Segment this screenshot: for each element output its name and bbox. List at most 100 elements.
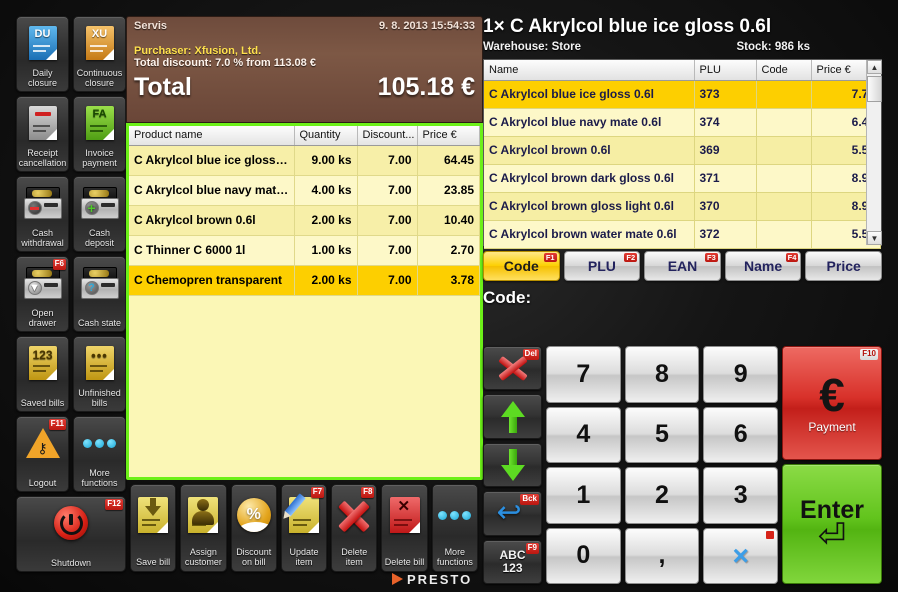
sidebar-item-label: Logout — [28, 478, 57, 488]
sidebar-item-receipt-cancellation[interactable]: Receipt cancellation — [16, 96, 69, 172]
enter-arrow-icon: ⏎ — [817, 517, 847, 556]
abc-123-icon: ABC 123 — [500, 548, 526, 575]
sidebar-item-open-drawer[interactable]: F6 ▼ Open drawer — [16, 256, 69, 332]
tab-label: Name — [744, 258, 783, 274]
payment-button[interactable]: F10 € Payment — [782, 346, 882, 461]
delete-button[interactable]: Del — [483, 346, 542, 391]
table-row[interactable]: C Akrylcol brown 0.6l 2.00 ks 7.00 10.40 — [129, 205, 480, 236]
enter-button[interactable]: Enter ⏎ — [782, 464, 882, 584]
update-item-button[interactable]: F7 Update item — [280, 484, 328, 572]
receipt-items-area[interactable]: Product name Quantity Discount... Price … — [126, 123, 483, 480]
scroll-up-button[interactable] — [483, 394, 542, 439]
delete-bill-button[interactable]: ✕ Delete bill — [381, 484, 428, 572]
delete-item-button[interactable]: F8 Delete item — [331, 484, 378, 572]
datetime: 9. 8. 2013 15:54:33 — [378, 20, 475, 32]
cell-discount: 7.00 — [357, 205, 418, 236]
cell-price: 64.45 — [417, 145, 480, 176]
key-3[interactable]: 3 — [703, 467, 778, 524]
brand-logo: PRESTO — [392, 570, 492, 588]
receipt-header-top: Servis 9. 8. 2013 15:54:33 — [134, 20, 475, 32]
sidebar-item-label: Daily closure — [27, 68, 57, 88]
backspace-button[interactable]: Bck ↩ — [483, 491, 542, 536]
total-discount-text: Total discount: 7.0 % from 113.08 € — [134, 57, 316, 69]
product-table-header: Name PLU Code Price € — [484, 60, 881, 81]
sidebar-item-cash-withdrawal[interactable]: Cash withdrawal — [16, 176, 69, 252]
table-row[interactable]: C Thinner C 6000 1l 1.00 ks 7.00 2.70 — [129, 235, 480, 266]
cell-code — [756, 192, 812, 221]
sidebar-item-daily-closure[interactable]: DU Daily closure — [16, 16, 69, 92]
list-item-selected[interactable]: C Akrylcol blue ice gloss 0.6l 373 7.70 — [484, 80, 881, 109]
key-4[interactable]: 4 — [546, 406, 621, 463]
table-row[interactable]: C Akrylcol blue ice gloss ... 9.00 ks 7.… — [129, 145, 480, 176]
tab-name[interactable]: Name F4 — [724, 251, 802, 281]
tab-code[interactable]: Code F1 — [483, 251, 560, 281]
scroll-down-button[interactable] — [483, 442, 542, 488]
cell-discount: 7.00 — [357, 145, 418, 176]
cell-name: C Akrylcol brown 0.6l — [129, 205, 295, 236]
list-item[interactable]: C Akrylcol brown gloss light 0.6l 370 8.… — [484, 192, 881, 221]
sidebar-item-shutdown[interactable]: F12 Shutdown — [16, 496, 126, 572]
sidebar-item-continuous-closure[interactable]: XU Continuous closure — [73, 16, 126, 92]
product-list[interactable]: Name PLU Code Price € C Akrylcol blue ic… — [483, 59, 882, 249]
key-multiply[interactable]: × — [703, 527, 778, 584]
purchaser-text: Purchaser: Xfusion, Ltd. — [134, 45, 262, 57]
scroll-up-icon[interactable]: ▲ — [867, 60, 882, 74]
sidebar-item-unfinished-bills[interactable]: ••• Unfinished bills — [73, 336, 126, 412]
scroll-down-icon[interactable]: ▼ — [867, 231, 882, 245]
receipt-table: Product name Quantity Discount... Price … — [129, 126, 480, 296]
tab-price[interactable]: Price — [805, 251, 882, 281]
cell-plu: 372 — [694, 220, 757, 249]
key-comma[interactable]: , — [624, 527, 700, 584]
scrollbar-thumb[interactable] — [867, 76, 882, 102]
save-bill-button[interactable]: Save bill — [130, 484, 177, 572]
abc-123-toggle-button[interactable]: F9 ABC 123 — [483, 539, 542, 585]
key-7[interactable]: 7 — [546, 346, 621, 403]
cell-plu: 371 — [694, 164, 757, 193]
toolbar-label: Save bill — [136, 557, 171, 567]
product-list-scrollbar[interactable]: ▲ ▼ — [866, 60, 882, 245]
key-8[interactable]: 8 — [624, 346, 700, 403]
tab-plu[interactable]: PLU F2 — [563, 251, 641, 281]
sidebar-item-label: Invoice payment — [82, 148, 117, 168]
fkey-badge: F2 — [624, 253, 638, 262]
key-0[interactable]: 0 — [546, 527, 621, 584]
sidebar-item-saved-bills[interactable]: 123 Saved bills — [16, 336, 69, 412]
discount-on-bill-button[interactable]: % Discount on bill — [230, 484, 277, 572]
customer-document-icon — [181, 493, 225, 537]
cell-qty: 1.00 ks — [294, 235, 358, 266]
payment-label: Payment — [808, 420, 856, 435]
list-item[interactable]: C Akrylcol brown water mate 0.6l 372 5.5… — [484, 220, 881, 249]
col-discount: Discount... — [357, 126, 418, 146]
sidebar-item-logout[interactable]: F11 ⚷ Logout — [16, 416, 69, 492]
cell-qty: 9.00 ks — [294, 145, 358, 176]
sidebar-item-label: Cash deposit — [84, 228, 115, 248]
key-5[interactable]: 5 — [624, 406, 700, 463]
sidebar-item-cash-deposit[interactable]: + Cash deposit — [73, 176, 126, 252]
list-item[interactable]: C Akrylcol blue navy mate 0.6l 374 6.41 — [484, 108, 881, 137]
cell-discount: 7.00 — [357, 175, 418, 206]
tab-ean[interactable]: EAN F3 — [644, 251, 721, 281]
key-1[interactable]: 1 — [546, 467, 621, 524]
table-row[interactable]: C Akrylcol blue navy mate... 4.00 ks 7.0… — [129, 175, 480, 206]
toolbar-more-functions-button[interactable]: More functions — [431, 484, 478, 572]
cell-code — [756, 80, 812, 109]
list-item[interactable]: C Akrylcol brown 0.6l 369 5.59 — [484, 136, 881, 165]
product-title: 1× C Akrylcol blue ice gloss 0.6l — [483, 16, 772, 37]
assign-customer-button[interactable]: Assign customer — [180, 484, 227, 572]
delete-x-icon — [497, 355, 528, 382]
key-6[interactable]: 6 — [703, 406, 778, 463]
three-dots-icon — [74, 422, 125, 464]
toolbar-label: More functions — [436, 547, 473, 567]
sidebar-item-label: Receipt cancellation — [18, 148, 67, 168]
key-9[interactable]: 9 — [703, 346, 778, 403]
table-row-selected[interactable]: C Chemopren transparent 2.00 ks 7.00 3.7… — [129, 265, 480, 296]
cell-code — [756, 136, 812, 165]
list-item[interactable]: C Akrylcol brown dark gloss 0.6l 371 8.9… — [484, 164, 881, 193]
sidebar-item-invoice-payment[interactable]: FA Invoice payment — [73, 96, 126, 172]
sidebar-item-more-functions[interactable]: More functions — [73, 416, 126, 492]
cash-drawer-question-icon: ? — [74, 262, 125, 304]
key-2[interactable]: 2 — [624, 467, 700, 524]
fkey-badge: F12 — [105, 499, 123, 510]
sidebar-item-cash-state[interactable]: ? Cash state — [73, 256, 126, 332]
fkey-badge: F6 — [52, 259, 66, 270]
